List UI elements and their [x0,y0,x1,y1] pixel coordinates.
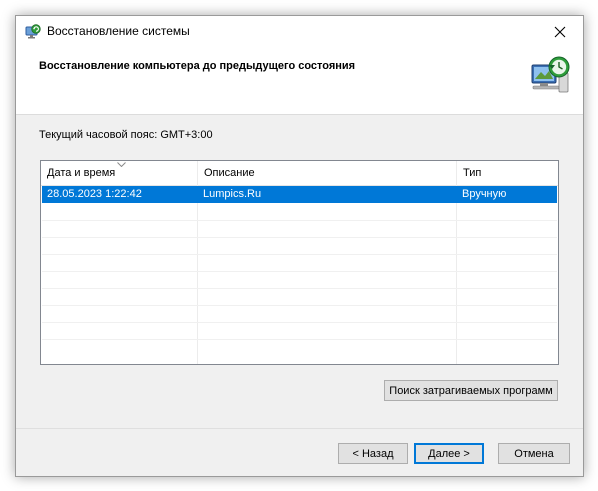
close-icon [554,26,566,37]
grid-line [42,288,557,289]
column-header-type[interactable]: Тип [457,161,558,185]
grid-line [42,305,557,306]
column-header-description[interactable]: Описание [198,161,457,185]
grid-line [42,220,557,221]
header-title: Восстановление компьютера до предыдущего… [39,60,356,72]
wizard-header: Восстановление компьютера до предыдущего… [16,47,583,115]
grid-line [42,339,557,340]
system-restore-icon [25,24,41,39]
grid-line [42,237,557,238]
row-type: Вручную [462,188,507,200]
next-button[interactable]: Далее > [414,443,484,464]
timezone-label: Текущий часовой пояс: GMT+3:00 [39,129,213,141]
system-restore-computer-icon [531,56,570,93]
back-button[interactable]: < Назад [338,443,408,464]
list-header: Дата и время Описание Тип [41,161,558,186]
grid-line [42,254,557,255]
row-description: Lumpics.Ru [203,188,262,200]
system-restore-window: Восстановление системы Восстановление ко… [15,15,584,477]
restore-points-list[interactable]: Дата и время Описание Тип 28.05.2023 1:2… [40,160,559,365]
grid-line [42,322,557,323]
grid-line [42,271,557,272]
sort-down-icon [117,162,126,167]
table-row[interactable]: 28.05.2023 1:22:42 Lumpics.Ru Вручную [42,186,557,203]
row-date: 28.05.2023 1:22:42 [47,188,142,200]
cancel-button[interactable]: Отмена [498,443,570,464]
window-title: Восстановление системы [47,24,190,38]
close-button[interactable] [537,16,583,47]
title-bar[interactable]: Восстановление системы [16,16,583,47]
footer-separator [16,428,583,429]
scan-affected-programs-button[interactable]: Поиск затрагиваемых программ [384,380,558,401]
